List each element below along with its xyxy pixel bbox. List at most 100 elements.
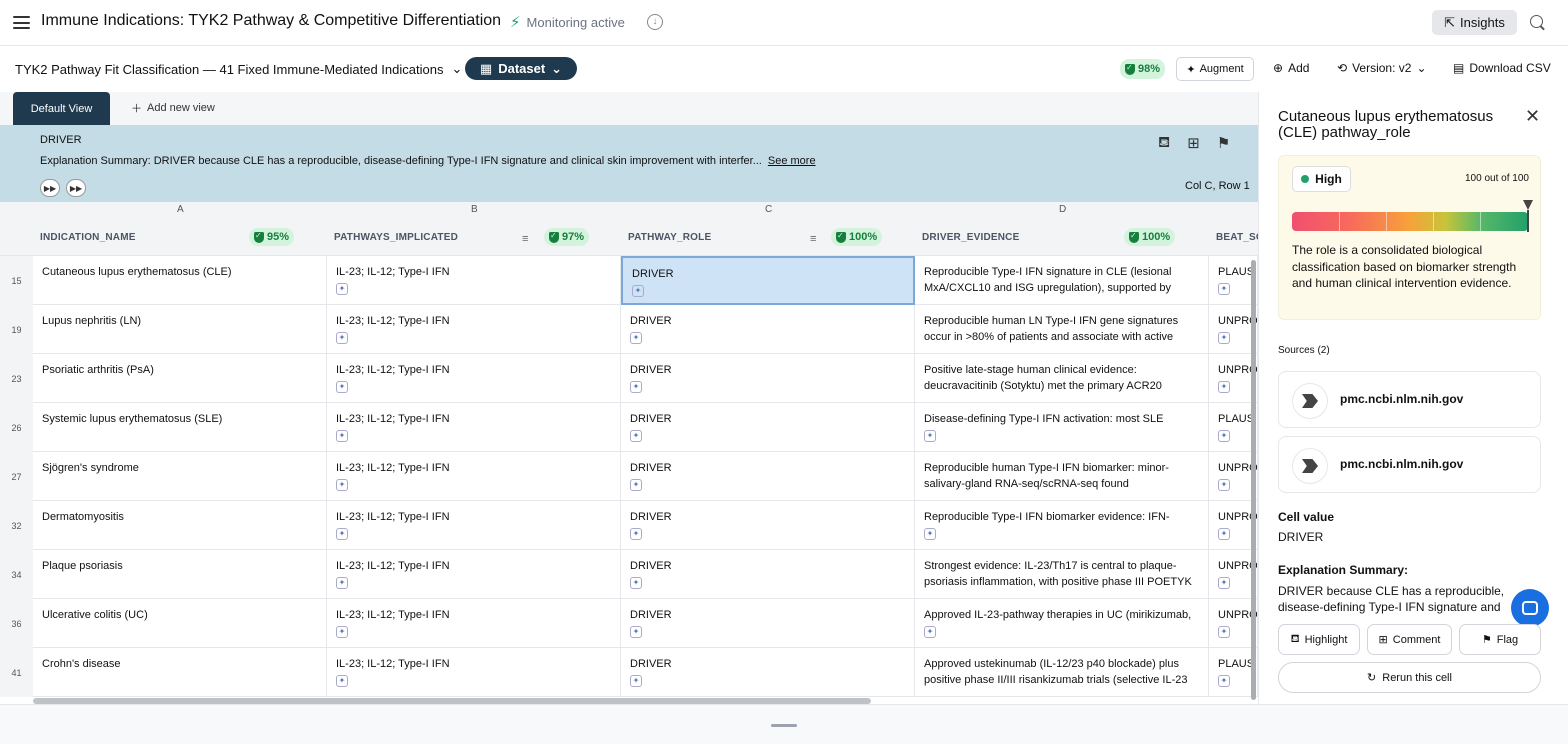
filter-icon[interactable]: ≡ — [522, 233, 528, 245]
flag-button[interactable]: ⚑ Flag — [1459, 624, 1541, 655]
ai-sparkle-icon[interactable]: ✦ — [336, 430, 348, 442]
ai-sparkle-icon[interactable]: ✦ — [1218, 430, 1230, 442]
ai-sparkle-icon[interactable]: ✦ — [336, 626, 348, 638]
source-pill-icon[interactable]: ▶▶ — [40, 179, 60, 197]
ai-sparkle-icon[interactable]: ✦ — [1218, 479, 1230, 491]
add-button[interactable]: ⊕ Add — [1273, 61, 1309, 75]
table-cell[interactable]: Approved IL-23-pathway therapies in UC (… — [915, 599, 1209, 648]
ai-sparkle-icon[interactable]: ✦ — [1218, 381, 1230, 393]
ai-sparkle-icon[interactable]: ✦ — [1218, 626, 1230, 638]
ai-sparkle-icon[interactable]: ✦ — [336, 675, 348, 687]
rerun-cell-button[interactable]: ↻ Rerun this cell — [1278, 662, 1541, 693]
table-cell[interactable]: IL-23; IL-12; Type-I IFN ✦ — [327, 403, 621, 452]
menu-icon[interactable] — [13, 16, 30, 29]
table-cell[interactable]: DRIVER ✦ — [621, 403, 915, 452]
source-card[interactable]: pmc.ncbi.nlm.nih.gov — [1278, 371, 1541, 428]
table-cell[interactable]: Disease-defining Type-I IFN activation: … — [915, 403, 1209, 452]
source-card[interactable]: pmc.ncbi.nlm.nih.gov — [1278, 436, 1541, 493]
flag-icon[interactable]: ⚑ — [1217, 134, 1230, 153]
ai-sparkle-icon[interactable]: ✦ — [632, 285, 644, 297]
ai-sparkle-icon[interactable]: ✦ — [924, 528, 936, 540]
table-cell[interactable]: IL-23; IL-12; Type-I IFN ✦ — [327, 648, 621, 697]
filter-active-icon[interactable]: ≡ — [810, 233, 816, 245]
dataset-button[interactable]: ▦ Dataset ⌄ — [465, 57, 577, 80]
tab-default-view[interactable]: Default View — [13, 92, 110, 125]
table-cell[interactable]: DRIVER ✦ — [621, 550, 915, 599]
table-cell[interactable]: DRIVER ✦ — [621, 648, 915, 697]
ai-sparkle-icon[interactable]: ✦ — [336, 283, 348, 295]
ai-sparkle-icon[interactable]: ✦ — [336, 528, 348, 540]
column-header-beat-so[interactable]: BEAT_SO — [1216, 232, 1258, 243]
column-header-pathways-implicated[interactable]: PATHWAYS_IMPLICATED — [334, 232, 458, 243]
table-cell[interactable]: Strongest evidence: IL-23/Th17 is centra… — [915, 550, 1209, 599]
ai-sparkle-icon[interactable]: ✦ — [630, 332, 642, 344]
vertical-scrollbar[interactable] — [1251, 260, 1256, 700]
table-cell[interactable]: Systemic lupus erythematosus (SLE) — [33, 403, 327, 452]
table-cell[interactable]: IL-23; IL-12; Type-I IFN ✦ — [327, 599, 621, 648]
dataset-selector[interactable]: TYK2 Pathway Fit Classification — 41 Fix… — [15, 61, 462, 77]
table-cell[interactable]: DRIVER ✦ — [621, 354, 915, 403]
table-cell[interactable]: IL-23; IL-12; Type-I IFN ✦ — [327, 305, 621, 354]
table-cell[interactable]: DRIVER ✦ — [621, 452, 915, 501]
table-cell[interactable]: Psoriatic arthritis (PsA) — [33, 354, 327, 403]
ai-sparkle-icon[interactable]: ✦ — [924, 430, 936, 442]
ai-sparkle-icon[interactable]: ✦ — [1218, 675, 1230, 687]
ai-sparkle-icon[interactable]: ✦ — [630, 430, 642, 442]
table-cell[interactable]: Positive late-stage human clinical evide… — [915, 354, 1209, 403]
download-csv-button[interactable]: ▤ Download CSV — [1453, 61, 1551, 75]
ai-sparkle-icon[interactable]: ✦ — [1218, 528, 1230, 540]
column-header-pathway-role[interactable]: PATHWAY_ROLE — [628, 232, 711, 243]
ai-sparkle-icon[interactable]: ✦ — [336, 577, 348, 589]
close-icon[interactable]: ✕ — [1525, 106, 1540, 127]
add-view-button[interactable]: ＋ Add new view — [131, 100, 215, 116]
table-cell[interactable]: Sjögren's syndrome — [33, 452, 327, 501]
download-icon[interactable]: ↓ — [647, 14, 663, 30]
ai-sparkle-icon[interactable]: ✦ — [336, 332, 348, 344]
ai-sparkle-icon[interactable]: ✦ — [1218, 283, 1230, 295]
table-cell[interactable]: Crohn's disease — [33, 648, 327, 697]
table-cell[interactable]: Ulcerative colitis (UC) — [33, 599, 327, 648]
insights-button[interactable]: ⇱ Insights — [1432, 10, 1517, 35]
table-cell[interactable]: DRIVER ✦ — [621, 599, 915, 648]
highlight-button[interactable]: ⛾ Highlight — [1278, 624, 1360, 655]
table-cell[interactable]: IL-23; IL-12; Type-I IFN ✦ — [327, 452, 621, 501]
ai-sparkle-icon[interactable]: ✦ — [336, 479, 348, 491]
see-more-link[interactable]: See more — [768, 155, 816, 167]
table-cell[interactable]: IL-23; IL-12; Type-I IFN ✦ — [327, 354, 621, 403]
table-cell[interactable]: Lupus nephritis (LN) — [33, 305, 327, 354]
table-cell[interactable]: Plaque psoriasis — [33, 550, 327, 599]
ai-sparkle-icon[interactable]: ✦ — [630, 675, 642, 687]
paint-bucket-icon[interactable]: ⛾ — [1158, 134, 1170, 153]
table-cell[interactable]: Dermatomyositis — [33, 501, 327, 550]
table-cell[interactable]: IL-23; IL-12; Type-I IFN ✦ — [327, 501, 621, 550]
table-cell[interactable]: IL-23; IL-12; Type-I IFN ✦ — [327, 550, 621, 599]
column-header-driver-evidence[interactable]: DRIVER_EVIDENCE — [922, 232, 1019, 243]
comment-button[interactable]: ⊞ Comment — [1367, 624, 1452, 655]
table-cell[interactable]: Reproducible human Type-I IFN biomarker:… — [915, 452, 1209, 501]
table-cell[interactable]: Approved ustekinumab (IL-12/23 p40 block… — [915, 648, 1209, 697]
table-cell[interactable]: Cutaneous lupus erythematosus (CLE) — [33, 256, 327, 305]
table-cell[interactable]: DRIVER ✦ — [621, 305, 915, 354]
chat-icon[interactable] — [1511, 589, 1549, 627]
drawer-handle[interactable] — [771, 724, 797, 727]
ai-sparkle-icon[interactable]: ✦ — [1218, 577, 1230, 589]
search-icon[interactable] — [1530, 15, 1543, 28]
source-pill-icon[interactable]: ▶▶ — [66, 179, 86, 197]
table-cell[interactable]: IL-23; IL-12; Type-I IFN ✦ — [327, 256, 621, 305]
comment-add-icon[interactable]: ⊞ — [1187, 134, 1200, 153]
table-cell[interactable]: Reproducible human LN Type-I IFN gene si… — [915, 305, 1209, 354]
column-header-indication-name[interactable]: INDICATION_NAME — [40, 232, 136, 243]
version-selector[interactable]: ⟲ Version: v2 ⌄ — [1337, 61, 1427, 75]
ai-sparkle-icon[interactable]: ✦ — [630, 577, 642, 589]
table-cell[interactable]: DRIVER ✦ — [621, 256, 915, 305]
ai-sparkle-icon[interactable]: ✦ — [630, 381, 642, 393]
augment-button[interactable]: ✦ Augment — [1176, 57, 1254, 81]
ai-sparkle-icon[interactable]: ✦ — [336, 381, 348, 393]
table-cell[interactable]: DRIVER ✦ — [621, 501, 915, 550]
ai-sparkle-icon[interactable]: ✦ — [1218, 332, 1230, 344]
ai-sparkle-icon[interactable]: ✦ — [630, 626, 642, 638]
table-cell[interactable]: Reproducible Type-I IFN signature in CLE… — [915, 256, 1209, 305]
table-cell[interactable]: Reproducible Type-I IFN biomarker eviden… — [915, 501, 1209, 550]
ai-sparkle-icon[interactable]: ✦ — [630, 479, 642, 491]
ai-sparkle-icon[interactable]: ✦ — [630, 528, 642, 540]
